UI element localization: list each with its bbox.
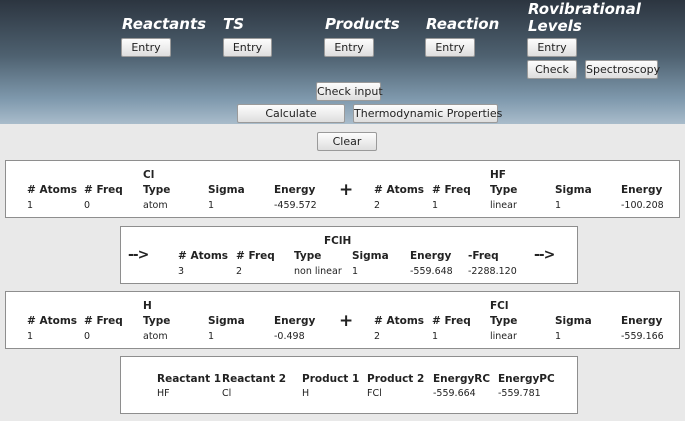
- summary-reactant1: HF: [157, 388, 170, 399]
- reaction-title: Reaction: [426, 15, 500, 33]
- reactants-plus-sign: +: [339, 180, 354, 200]
- summary-reactant2-header: Reactant 2: [222, 373, 287, 385]
- product-right-atoms: 2: [374, 331, 381, 342]
- product-right-energy: -559.166: [621, 331, 664, 342]
- reactant-right-type-header: Type: [490, 184, 518, 196]
- product-right-type-header: Type: [490, 315, 518, 327]
- summary-product2-header: Product 2: [367, 373, 425, 385]
- reactant-left-energy: -459.572: [274, 200, 317, 211]
- products-title: Products: [325, 15, 400, 33]
- reactants-entry-button[interactable]: Entry: [121, 38, 171, 57]
- summary-reactant2: Cl: [222, 388, 232, 399]
- summary-product2: FCl: [367, 388, 382, 399]
- ts-energy-header: Energy: [410, 250, 452, 262]
- reactant-right-energy: -100.208: [621, 200, 664, 211]
- ts-negfreq-header: -Freq: [468, 250, 499, 262]
- rovibrational-title-line1: Rovibrational: [528, 0, 641, 18]
- ts-type-header: Type: [294, 250, 322, 262]
- reactant-left-atoms: 1: [27, 200, 34, 211]
- product-left-name: H: [143, 300, 152, 312]
- product-left-freq-header: # Freq: [84, 315, 123, 327]
- summary-product1: H: [302, 388, 310, 399]
- ts-sigma: 1: [352, 266, 359, 277]
- rovibrational-entry-button[interactable]: Entry: [527, 38, 577, 57]
- product-right-energy-header: Energy: [621, 315, 663, 327]
- reaction-entry-button[interactable]: Entry: [425, 38, 475, 57]
- product-left-type: atom: [143, 331, 168, 342]
- products-panel: H # Atoms # Freq Type Sigma Energy 1 0 a…: [5, 291, 680, 349]
- ts-atoms-header: # Atoms: [178, 250, 229, 262]
- product-right-freq: 1: [432, 331, 439, 342]
- product-left-energy-header: Energy: [274, 315, 316, 327]
- product-right-sigma-header: Sigma: [555, 315, 592, 327]
- ts-sigma-header: Sigma: [352, 250, 389, 262]
- product-right-atoms-header: # Atoms: [374, 315, 425, 327]
- ts-atoms: 3: [178, 266, 185, 277]
- calculate-button[interactable]: Calculate: [237, 104, 345, 123]
- reactant-left-energy-header: Energy: [274, 184, 316, 196]
- summary-energypc-header: EnergyPC: [498, 373, 555, 385]
- ts-freq: 2: [236, 266, 243, 277]
- reactant-right-energy-header: Energy: [621, 184, 663, 196]
- reactant-left-freq-header: # Freq: [84, 184, 123, 196]
- reactant-right-sigma-header: Sigma: [555, 184, 592, 196]
- ts-type: non linear: [294, 266, 342, 277]
- product-left-type-header: Type: [143, 315, 171, 327]
- products-entry-button[interactable]: Entry: [324, 38, 374, 57]
- ts-arrow-left: -->: [128, 247, 149, 263]
- reactant-left-sigma-header: Sigma: [208, 184, 245, 196]
- check-input-button[interactable]: Check input: [316, 82, 383, 101]
- reactant-right-name: HF: [490, 169, 506, 181]
- reactant-left-type-header: Type: [143, 184, 171, 196]
- reactant-left-sigma: 1: [208, 200, 215, 211]
- ts-arrow-right: -->: [534, 247, 555, 263]
- reactant-left-atoms-header: # Atoms: [27, 184, 78, 196]
- reactant-right-freq: 1: [432, 200, 439, 211]
- product-left-atoms: 1: [27, 331, 34, 342]
- product-left-sigma: 1: [208, 331, 215, 342]
- reactants-title: Reactants: [122, 15, 207, 33]
- product-left-sigma-header: Sigma: [208, 315, 245, 327]
- summary-reactant1-header: Reactant 1: [157, 373, 222, 385]
- ts-name: FClH: [324, 235, 352, 247]
- thermodynamic-properties-button[interactable]: Thermodynamic Properties: [353, 104, 502, 123]
- rovibrational-title: Rovibrational Levels: [528, 1, 641, 35]
- ts-negfreq: -2288.120: [468, 266, 517, 277]
- ts-title: TS: [223, 15, 245, 33]
- product-left-freq: 0: [84, 331, 91, 342]
- clear-button[interactable]: Clear: [317, 132, 377, 151]
- product-right-sigma: 1: [555, 331, 562, 342]
- product-right-type: linear: [490, 331, 517, 342]
- reactants-panel: Cl # Atoms # Freq Type Sigma Energy 1 0 …: [5, 160, 680, 218]
- transition-state-panel: --> FClH # Atoms # Freq Type Sigma Energ…: [120, 226, 578, 284]
- ts-energy: -559.648: [410, 266, 453, 277]
- reactant-right-sigma: 1: [555, 200, 562, 211]
- header-bar: Reactants Entry TS Entry Products Entry …: [0, 0, 685, 124]
- spectroscopy-button[interactable]: Spectroscopy: [585, 60, 660, 79]
- summary-energyrc: -559.664: [433, 388, 476, 399]
- product-left-energy: -0.498: [274, 331, 305, 342]
- summary-energypc: -559.781: [498, 388, 541, 399]
- summary-product1-header: Product 1: [302, 373, 360, 385]
- product-left-atoms-header: # Atoms: [27, 315, 78, 327]
- ts-entry-button[interactable]: Entry: [223, 38, 272, 57]
- reactant-right-freq-header: # Freq: [432, 184, 471, 196]
- product-right-freq-header: # Freq: [432, 315, 471, 327]
- reactant-left-type: atom: [143, 200, 168, 211]
- product-right-name: FCl: [490, 300, 509, 312]
- summary-energyrc-header: EnergyRC: [433, 373, 491, 385]
- reactant-right-type: linear: [490, 200, 517, 211]
- reactant-left-name: Cl: [143, 169, 155, 181]
- rovibrational-title-line2: Levels: [528, 17, 582, 35]
- reactant-right-atoms-header: # Atoms: [374, 184, 425, 196]
- reactant-left-freq: 0: [84, 200, 91, 211]
- summary-panel: Reactant 1 Reactant 2 Product 1 Product …: [120, 356, 578, 414]
- check-button[interactable]: Check: [527, 60, 577, 79]
- ts-freq-header: # Freq: [236, 250, 275, 262]
- reactant-right-atoms: 2: [374, 200, 381, 211]
- products-plus-sign: +: [339, 311, 354, 331]
